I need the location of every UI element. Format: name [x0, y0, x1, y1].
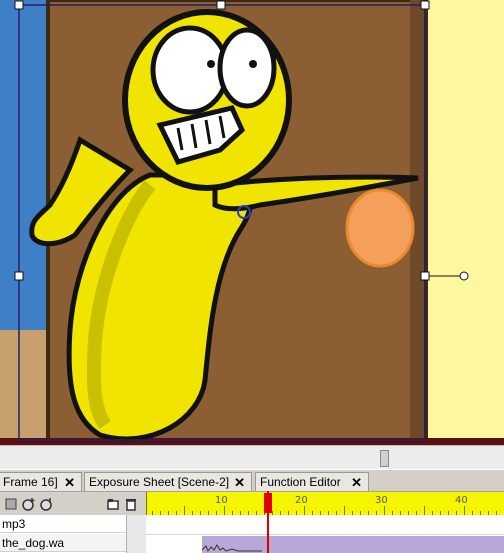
close-icon[interactable]: ✕	[64, 473, 75, 492]
panel-tab-bar: Frame 16] ✕ Exposure Sheet [Scene-2] ✕ F…	[0, 469, 504, 492]
floor-left	[0, 330, 52, 445]
handle-tm	[216, 0, 226, 10]
timeline-toolstrip	[0, 491, 146, 516]
track-row[interactable]	[146, 515, 504, 535]
ruler-label-10: 10	[215, 495, 228, 506]
layer-scrollbar[interactable]	[126, 515, 147, 553]
layers-icon[interactable]	[4, 497, 18, 511]
tab-function-editor[interactable]: Function Editor ✕	[255, 472, 369, 491]
tab-frame-label: Frame 16]	[3, 475, 58, 489]
layer-list: mp3 the_dog.wa	[0, 515, 146, 553]
ruler-label-40: 40	[455, 495, 468, 506]
link-icon[interactable]	[40, 497, 54, 511]
pupil-left	[207, 60, 215, 68]
waveform-icon	[201, 544, 262, 553]
folder-icon[interactable]	[106, 497, 120, 511]
tab-exposure-sheet-label: Exposure Sheet [Scene-2]	[89, 475, 230, 489]
character-eye-left	[150, 25, 230, 115]
character-eye-right	[217, 27, 277, 109]
rotate-handle	[459, 271, 469, 281]
pupil-right	[249, 60, 257, 68]
door-knob	[345, 188, 415, 268]
trash-icon[interactable]	[124, 497, 138, 511]
frame-ruler[interactable]: 10 20 30 40	[146, 491, 504, 516]
horizontal-scrollbar[interactable]	[0, 445, 504, 470]
stage-viewer[interactable]	[0, 0, 504, 445]
ruler-tick	[146, 492, 147, 516]
ruler-label-30: 30	[375, 495, 388, 506]
handle-ml	[14, 271, 24, 281]
layer-row[interactable]: the_dog.wa	[0, 534, 126, 552]
sky-background	[0, 0, 52, 330]
handle-tl	[14, 0, 24, 10]
scrollbar-thumb[interactable]	[380, 450, 389, 467]
close-icon[interactable]: ✕	[351, 473, 362, 492]
tab-exposure-sheet[interactable]: Exposure Sheet [Scene-2] ✕	[84, 472, 252, 491]
layer-name: the_dog.wa	[2, 536, 65, 550]
floor-strip	[0, 438, 504, 445]
timeline-tracks[interactable]	[146, 515, 504, 553]
close-icon[interactable]: ✕	[234, 473, 245, 492]
ruler-label-20: 20	[295, 495, 308, 506]
handle-mr	[420, 271, 430, 281]
add-layer-icon[interactable]	[22, 497, 36, 511]
layer-name: mp3	[2, 517, 26, 531]
handle-tr	[420, 0, 430, 10]
layer-row[interactable]: mp3	[0, 515, 126, 533]
stage-artwork	[0, 0, 504, 445]
playhead-marker[interactable]	[264, 493, 272, 513]
tab-frame[interactable]: Frame 16] ✕	[0, 472, 82, 491]
audio-clip[interactable]	[201, 536, 504, 553]
tab-function-editor-label: Function Editor	[260, 475, 341, 489]
